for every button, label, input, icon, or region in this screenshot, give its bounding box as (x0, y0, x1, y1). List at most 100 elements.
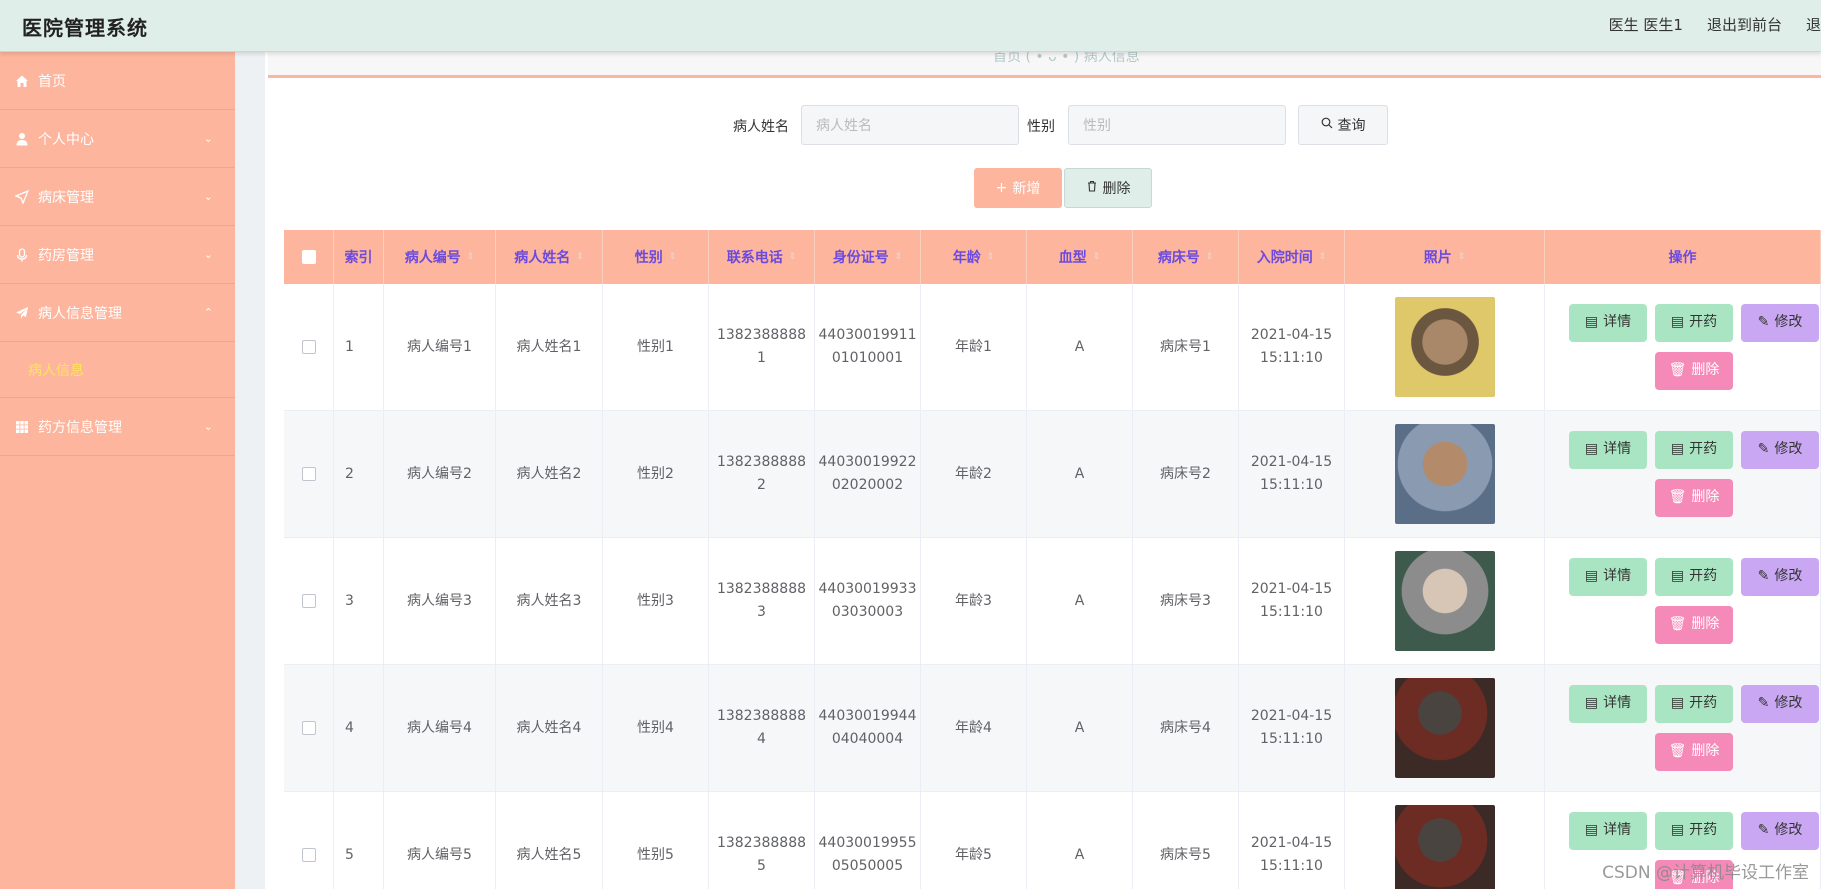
sort-icon: ⇕ (1457, 252, 1466, 262)
sidebar-item-profile[interactable]: 个人中心 ⌄ (0, 110, 235, 168)
edit-button[interactable]: ✎ 修改 (1741, 303, 1819, 342)
row-checkbox[interactable] (301, 594, 316, 608)
column-header[interactable]: 照片 ⇕ (1345, 230, 1545, 284)
table-row: 2 病人编号2 病人姓名2 性别2 1382388888 2 4403001992… (284, 411, 1821, 538)
id-card-part: 44030019933 (818, 581, 917, 597)
gender-cell: 性别5 (603, 792, 709, 889)
detail-button[interactable]: ▤ 详情 (1569, 684, 1647, 723)
patient-photo (1394, 297, 1495, 397)
select-all-checkbox[interactable] (301, 250, 316, 264)
column-header[interactable]: 年龄 ⇕ (921, 230, 1027, 284)
id-card-part: 44030019911 (818, 327, 917, 343)
send-icon (14, 189, 30, 205)
sidebar-item-pharmacy[interactable]: 药房管理 ⌄ (0, 226, 235, 284)
delete-button[interactable]: 🗑 删除 (1655, 351, 1733, 390)
edit-button-label: 修改 (1774, 695, 1803, 711)
prescribe-button[interactable]: ▤ 开药 (1655, 430, 1733, 469)
sidebar-subitem-patient-info[interactable]: 病人信息 (0, 342, 235, 398)
gender-cell: 性别3 (603, 538, 709, 664)
gender-input[interactable]: 性别 (1068, 105, 1286, 145)
sort-icon: ⇕ (466, 252, 475, 262)
paper-plane-icon (14, 305, 30, 321)
column-header[interactable]: 性别 ⇕ (603, 230, 709, 284)
row-checkbox[interactable] (301, 340, 316, 354)
age-cell: 年龄3 (921, 538, 1027, 664)
delete-button[interactable]: 🗑 删除 (1655, 732, 1733, 771)
breadcrumb-bar: 首页 ( • ᴗ • ) 病人信息 (268, 49, 1821, 78)
column-header[interactable]: 联系电话 ⇕ (709, 230, 815, 284)
detail-button-label: 详情 (1603, 695, 1632, 711)
document-icon: ▤ (1670, 568, 1685, 584)
sort-icon: ⇕ (1205, 252, 1214, 262)
edit-button[interactable]: ✎ 修改 (1741, 557, 1819, 596)
edit-button[interactable]: ✎ 修改 (1741, 811, 1819, 850)
patient-name-cell: 病人姓名2 (496, 411, 603, 537)
index-cell: 4 (334, 665, 384, 791)
delete-button[interactable]: 🗑 删除 (1655, 478, 1733, 517)
bed-number-cell: 病床号1 (1133, 284, 1239, 410)
column-header[interactable]: 血型 ⇕ (1027, 230, 1133, 284)
column-header[interactable]: 病人姓名 ⇕ (496, 230, 603, 284)
admission-date: 2021-04-15 (1250, 708, 1333, 724)
edit-button[interactable]: ✎ 修改 (1741, 430, 1819, 469)
batch-delete-button[interactable]: 删除 (1064, 168, 1152, 208)
admission-clock: 15:11:10 (1260, 858, 1323, 874)
prescribe-button-label: 开药 (1689, 441, 1718, 457)
patient-name-label: 病人姓名 (733, 119, 789, 135)
edit-button[interactable]: ✎ 修改 (1741, 684, 1819, 723)
document-icon: ▤ (1670, 441, 1685, 457)
detail-button[interactable]: ▤ 详情 (1569, 811, 1647, 850)
column-header[interactable]: 病人编号 ⇕ (384, 230, 496, 284)
row-checkbox[interactable] (301, 721, 316, 735)
prescribe-button[interactable]: ▤ 开药 (1655, 557, 1733, 596)
prescribe-button[interactable]: ▤ 开药 (1655, 303, 1733, 342)
patient-photo (1394, 551, 1495, 651)
patient-table: 索引 病人编号 ⇕ 病人姓名 ⇕ 性别 ⇕ 联系电话 ⇕ 身份证号 ⇕ 年龄 ⇕ 血型 ⇕ 病… (284, 230, 1821, 889)
sort-icon: ⇕ (788, 252, 797, 262)
column-header[interactable]: 病床号 ⇕ (1133, 230, 1239, 284)
admission-date: 2021-04-15 (1250, 835, 1333, 851)
age-cell: 年龄4 (921, 665, 1027, 791)
delete-button[interactable]: 🗑 删除 (1655, 605, 1733, 644)
prescribe-button-label: 开药 (1689, 695, 1718, 711)
prescribe-button[interactable]: ▤ 开药 (1655, 811, 1733, 850)
detail-button[interactable]: ▤ 详情 (1569, 557, 1647, 596)
detail-button[interactable]: ▤ 详情 (1569, 430, 1647, 469)
sidebar-item-prescriptions[interactable]: 药方信息管理 ⌄ (0, 398, 235, 456)
id-card-cell: 44030019933 03030003 (815, 538, 921, 664)
column-header[interactable]: 身份证号 ⇕ (815, 230, 921, 284)
id-card-part: 03030003 (831, 604, 904, 620)
patient-name-cell: 病人姓名3 (496, 538, 603, 664)
batch-delete-label: 删除 (1102, 181, 1131, 197)
document-icon: ▤ (1670, 314, 1685, 330)
photo-cell (1345, 538, 1545, 664)
patient-name-input[interactable]: 病人姓名 (801, 105, 1019, 145)
main-panel: 首页 ( • ᴗ • ) 病人信息 病人姓名 病人姓名 性别 性别 查询 + 新… (265, 49, 1821, 889)
exit-to-front-link[interactable]: 退出到前台 (1707, 14, 1782, 35)
delete-button-label: 删除 (1691, 489, 1720, 505)
add-button[interactable]: + 新增 (974, 168, 1062, 208)
document-icon: ▤ (1584, 695, 1599, 711)
detail-button-label: 详情 (1603, 314, 1632, 330)
prescribe-button[interactable]: ▤ 开药 (1655, 684, 1733, 723)
sidebar-item-beds[interactable]: 病床管理 ⌄ (0, 168, 235, 226)
edit-button-label: 修改 (1774, 441, 1803, 457)
gender-cell: 性别2 (603, 411, 709, 537)
patient-name-cell: 病人姓名1 (496, 284, 603, 410)
id-card-part: 04040004 (831, 731, 904, 747)
patient-name-cell: 病人姓名5 (496, 792, 603, 889)
column-header-label: 身份证号 (832, 250, 889, 266)
row-checkbox[interactable] (301, 467, 316, 481)
logout-link[interactable]: 退 (1806, 14, 1821, 35)
admission-date: 2021-04-15 (1250, 581, 1333, 597)
sidebar-item-home[interactable]: 首页 (0, 52, 235, 110)
edit-button-label: 修改 (1774, 822, 1803, 838)
id-card-cell: 44030019944 04040004 (815, 665, 921, 791)
row-checkbox[interactable] (301, 848, 316, 862)
blood-type-cell: A (1027, 792, 1133, 889)
query-button[interactable]: 查询 (1298, 105, 1388, 145)
delete-button-label: 删除 (1691, 616, 1720, 632)
detail-button[interactable]: ▤ 详情 (1569, 303, 1647, 342)
column-header[interactable]: 入院时间 ⇕ (1239, 230, 1345, 284)
sidebar-item-patient-management[interactable]: 病人信息管理 ⌃ (0, 284, 235, 342)
